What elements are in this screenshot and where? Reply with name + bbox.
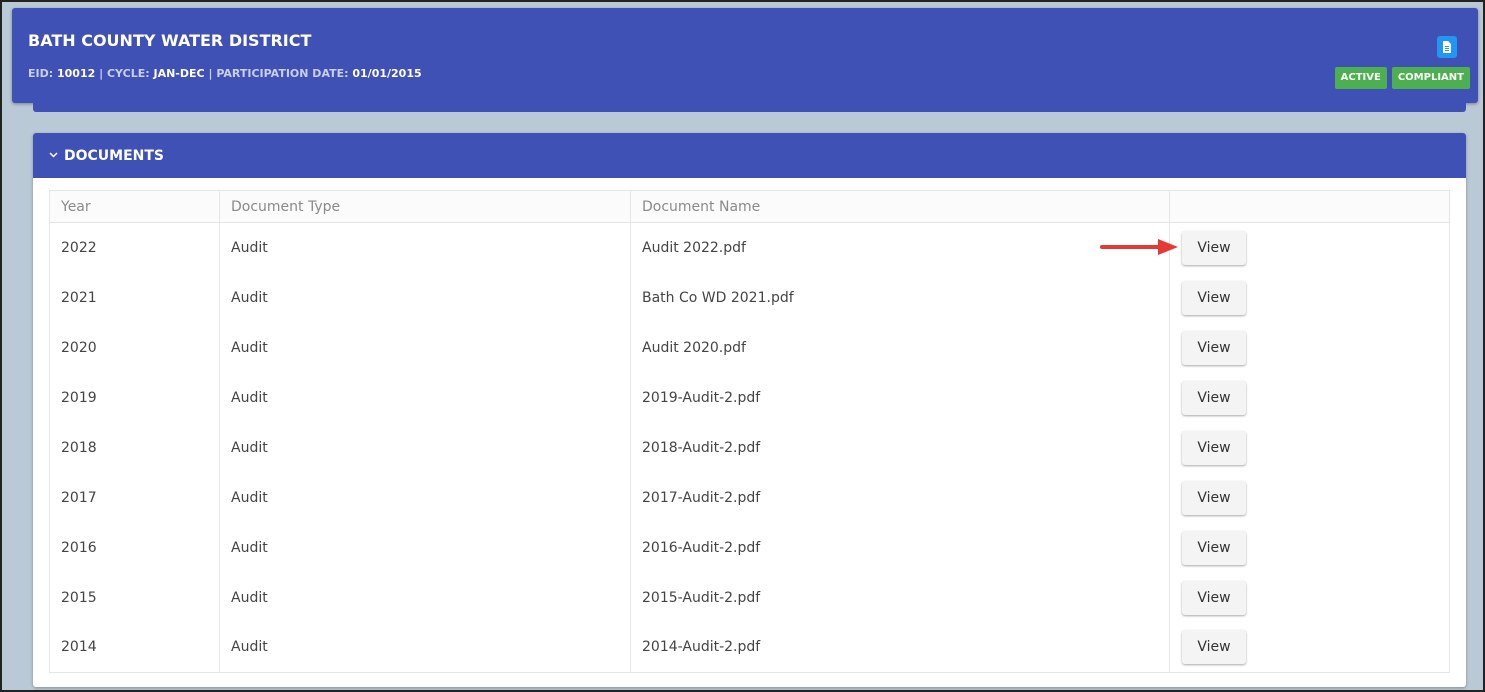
table-row: 2022 Audit Audit 2022.pdf View (49, 222, 1450, 273)
cell-document-name: 2016-Audit-2.pdf (630, 522, 1170, 573)
cell-actions: View (1170, 323, 1450, 373)
view-button[interactable]: View (1182, 530, 1246, 565)
window-frame: BATH COUNTY WATER DISTRICT EID: 10012 | … (0, 0, 1485, 692)
cell-year: 2020 (49, 322, 220, 373)
eid-label: EID: (28, 67, 54, 80)
view-button[interactable]: View (1182, 430, 1246, 465)
cell-actions: View (1170, 473, 1450, 523)
view-button[interactable]: View (1182, 380, 1246, 415)
red-arrow-annotation (1100, 239, 1178, 255)
table-row: 2014 Audit 2014-Audit-2.pdf View (49, 622, 1450, 673)
table-row: 2016 Audit 2016-Audit-2.pdf View (49, 522, 1450, 573)
table-row: 2019 Audit 2019-Audit-2.pdf View (49, 372, 1450, 423)
cell-actions: View (1170, 573, 1450, 623)
documents-table: Year Document Type Document Name 2022 Aud… (49, 190, 1450, 673)
column-header-document-name[interactable]: Document Name (630, 190, 1170, 223)
cycle-value: JAN-DEC (153, 67, 205, 80)
cell-document-type: Audit (219, 372, 631, 423)
view-button[interactable]: View (1182, 580, 1246, 615)
documents-panel-header[interactable]: DOCUMENTS (33, 133, 1466, 178)
cell-document-name: Bath Co WD 2021.pdf (630, 272, 1170, 323)
cell-document-name: Audit 2020.pdf (630, 322, 1170, 373)
document-button[interactable] (1437, 36, 1457, 58)
documents-panel: DOCUMENTS Year Document Type Document Na… (33, 133, 1466, 687)
cell-year: 2014 (49, 622, 220, 673)
cell-document-type: Audit (219, 472, 631, 523)
header-tab-strip (33, 102, 1466, 112)
cell-year: 2015 (49, 572, 220, 623)
cell-actions: View (1170, 623, 1450, 673)
cell-document-name: 2014-Audit-2.pdf (630, 622, 1170, 673)
cell-document-name: 2015-Audit-2.pdf (630, 572, 1170, 623)
active-badge: ACTIVE (1334, 67, 1387, 89)
cell-document-type: Audit (219, 322, 631, 373)
table-row: 2017 Audit 2017-Audit-2.pdf View (49, 472, 1450, 523)
cell-year: 2016 (49, 522, 220, 573)
separator: | (208, 67, 213, 80)
cell-year: 2022 (49, 222, 220, 273)
column-header-document-type[interactable]: Document Type (219, 190, 631, 223)
separator: | (99, 67, 104, 80)
cell-actions: View (1170, 523, 1450, 573)
entity-info: EID: 10012 | CYCLE: JAN-DEC | PARTICIPAT… (28, 67, 422, 80)
cell-actions: View (1170, 273, 1450, 323)
participation-value: 01/01/2015 (352, 67, 422, 80)
status-badges: ACTIVE COMPLIANT (1334, 67, 1470, 89)
table-row: 2021 Audit Bath Co WD 2021.pdf View (49, 272, 1450, 323)
table-row: 2020 Audit Audit 2020.pdf View (49, 322, 1450, 373)
entity-header: BATH COUNTY WATER DISTRICT EID: 10012 | … (12, 8, 1478, 103)
cycle-label: CYCLE: (106, 67, 150, 80)
cell-document-name: 2019-Audit-2.pdf (630, 372, 1170, 423)
documents-title: DOCUMENTS (64, 147, 165, 164)
view-button[interactable]: View (1182, 330, 1246, 365)
cell-year: 2021 (49, 272, 220, 323)
column-header-actions (1169, 190, 1450, 223)
cell-document-type: Audit (219, 272, 631, 323)
view-button[interactable]: View (1182, 480, 1246, 515)
cell-document-name: 2018-Audit-2.pdf (630, 422, 1170, 473)
compliant-badge: COMPLIANT (1391, 67, 1470, 89)
cell-document-type: Audit (219, 572, 631, 623)
cell-document-type: Audit (219, 222, 631, 273)
cell-document-type: Audit (219, 422, 631, 473)
entity-title: BATH COUNTY WATER DISTRICT (28, 31, 312, 50)
cell-actions: View (1170, 223, 1450, 273)
table-row: 2018 Audit 2018-Audit-2.pdf View (49, 422, 1450, 473)
participation-label: PARTICIPATION DATE: (216, 67, 349, 80)
document-icon (1443, 41, 1451, 53)
view-button[interactable]: View (1182, 280, 1246, 315)
cell-actions: View (1170, 423, 1450, 473)
column-header-year[interactable]: Year (49, 190, 220, 223)
cell-document-name: Audit 2022.pdf (630, 222, 1170, 273)
table-row: 2015 Audit 2015-Audit-2.pdf View (49, 572, 1450, 623)
view-button[interactable]: View (1182, 230, 1246, 265)
cell-actions: View (1170, 373, 1450, 423)
chevron-down-icon (49, 150, 58, 161)
cell-year: 2019 (49, 372, 220, 423)
eid-value: 10012 (56, 67, 96, 80)
cell-document-type: Audit (219, 622, 631, 673)
cell-document-type: Audit (219, 522, 631, 573)
cell-document-name: 2017-Audit-2.pdf (630, 472, 1170, 523)
view-button[interactable]: View (1182, 630, 1246, 665)
cell-year: 2017 (49, 472, 220, 523)
table-header-row: Year Document Type Document Name (49, 190, 1450, 223)
cell-year: 2018 (49, 422, 220, 473)
